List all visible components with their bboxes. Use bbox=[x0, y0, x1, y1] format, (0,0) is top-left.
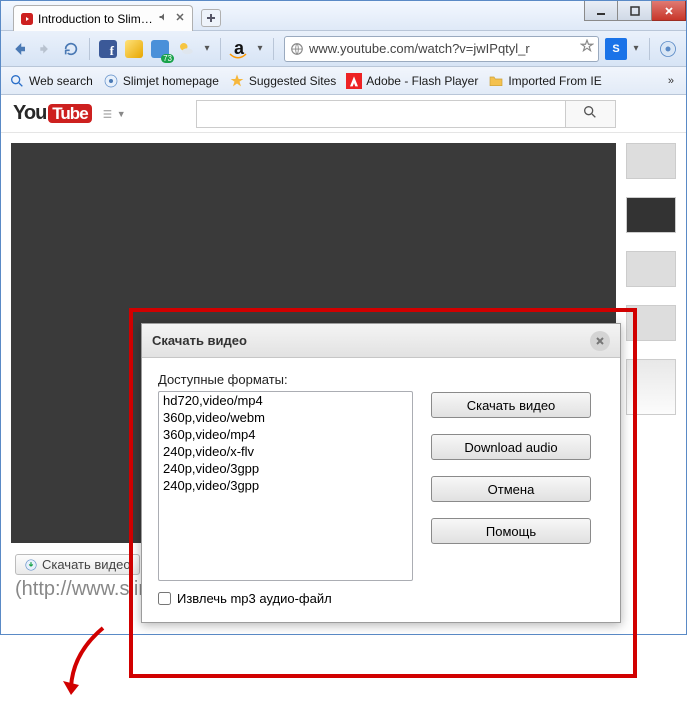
search-engine-letter: S bbox=[612, 43, 619, 55]
bookmark-web-search[interactable]: Web search bbox=[9, 73, 93, 89]
bookmark-label: Suggested Sites bbox=[249, 74, 336, 88]
url-input[interactable] bbox=[305, 41, 580, 56]
window-titlebar: Introduction to Slimjet … bbox=[1, 1, 686, 31]
related-thumbnail[interactable] bbox=[626, 197, 676, 233]
format-option[interactable]: 360p,video/webm bbox=[159, 409, 412, 426]
tab-close-icon[interactable] bbox=[174, 11, 186, 26]
toolbar-separator bbox=[273, 38, 274, 60]
weather-icon[interactable] bbox=[174, 37, 198, 61]
youtube-logo-tube: Tube bbox=[48, 104, 91, 123]
format-option[interactable]: hd720,video/mp4 bbox=[159, 392, 412, 409]
search-engine-badge[interactable]: S bbox=[605, 38, 627, 60]
tab-title: Introduction to Slimjet … bbox=[38, 12, 154, 26]
back-button[interactable] bbox=[7, 37, 31, 61]
autofill-icon[interactable] bbox=[122, 37, 146, 61]
format-option[interactable]: 240p,video/3gpp bbox=[159, 460, 412, 477]
bookmark-label: Slimjet homepage bbox=[123, 74, 219, 88]
browser-tab[interactable]: Introduction to Slimjet … bbox=[13, 5, 193, 31]
navigation-toolbar: 73 ▾ a ▾ S ▾ bbox=[1, 31, 686, 67]
extract-mp3-label: Извлечь mp3 аудио-файл bbox=[177, 591, 332, 606]
reload-button[interactable] bbox=[59, 37, 83, 61]
translate-icon[interactable]: 73 bbox=[148, 37, 172, 61]
maximize-button[interactable] bbox=[618, 1, 652, 21]
toolbar-separator bbox=[220, 38, 221, 60]
facebook-share-icon[interactable] bbox=[96, 37, 120, 61]
extract-mp3-input[interactable] bbox=[158, 592, 171, 605]
window-close-button[interactable] bbox=[652, 1, 686, 21]
bookmark-star-icon[interactable] bbox=[580, 39, 594, 58]
bookmark-imported[interactable]: Imported From IE bbox=[488, 73, 601, 89]
related-thumbnail[interactable] bbox=[626, 359, 676, 415]
search-engine-dropdown-icon[interactable]: ▾ bbox=[629, 43, 643, 54]
adobe-icon bbox=[346, 73, 362, 89]
amazon-icon[interactable]: a bbox=[227, 37, 251, 61]
new-tab-button[interactable] bbox=[201, 9, 221, 27]
related-videos-column bbox=[626, 143, 676, 415]
minimize-button[interactable] bbox=[584, 1, 618, 21]
dialog-body: Доступные форматы: hd720,video/mp4 360p,… bbox=[142, 358, 620, 622]
related-thumbnail[interactable] bbox=[626, 305, 676, 341]
download-dialog: Скачать видео Доступные форматы: hd720,v… bbox=[141, 323, 621, 623]
forward-button[interactable] bbox=[33, 37, 57, 61]
download-video-button[interactable]: Скачать видео bbox=[431, 392, 591, 418]
slimjet-icon bbox=[103, 73, 119, 89]
youtube-search-button[interactable] bbox=[566, 100, 616, 128]
address-bar[interactable] bbox=[284, 36, 599, 62]
bookmark-label: Imported From IE bbox=[508, 74, 601, 88]
download-icon bbox=[24, 558, 38, 572]
extensions-icon[interactable] bbox=[656, 37, 680, 61]
tab-audio-icon[interactable] bbox=[158, 11, 170, 26]
amazon-dropdown-icon[interactable]: ▾ bbox=[253, 43, 267, 54]
toolbar-separator bbox=[649, 38, 650, 60]
download-button-label: Скачать видео bbox=[42, 557, 131, 572]
dialog-title: Скачать видео bbox=[152, 333, 247, 348]
bookmark-slimjet[interactable]: Slimjet homepage bbox=[103, 73, 219, 89]
bookmark-label: Adobe - Flash Player bbox=[366, 74, 478, 88]
dialog-close-button[interactable] bbox=[590, 331, 610, 351]
format-option[interactable]: 240p,video/x-flv bbox=[159, 443, 412, 460]
star-icon bbox=[229, 73, 245, 89]
youtube-logo[interactable]: YouTube bbox=[13, 102, 92, 125]
download-audio-button[interactable]: Download audio bbox=[431, 434, 591, 460]
related-thumbnail[interactable] bbox=[626, 143, 676, 179]
bookmarks-bar: Web search Slimjet homepage Suggested Si… bbox=[1, 67, 686, 95]
bookmarks-overflow-icon[interactable]: » bbox=[664, 75, 678, 87]
format-option[interactable]: 240p,video/3gpp bbox=[159, 477, 412, 494]
formats-listbox[interactable]: hd720,video/mp4 360p,video/webm 360p,vid… bbox=[158, 391, 413, 581]
close-icon bbox=[595, 336, 605, 346]
search-icon bbox=[9, 73, 25, 89]
extract-mp3-checkbox[interactable]: Извлечь mp3 аудио-файл bbox=[158, 591, 413, 606]
youtube-header: YouTube ▼ bbox=[1, 95, 686, 133]
toolbar-overflow-icon[interactable]: ▾ bbox=[200, 43, 214, 54]
folder-icon bbox=[488, 73, 504, 89]
bookmark-label: Web search bbox=[29, 74, 93, 88]
cancel-button[interactable]: Отмена bbox=[431, 476, 591, 502]
site-identity-icon[interactable] bbox=[289, 41, 305, 57]
formats-label: Доступные форматы: bbox=[158, 372, 413, 387]
youtube-logo-you: You bbox=[13, 102, 46, 124]
format-option[interactable]: 360p,video/mp4 bbox=[159, 426, 412, 443]
related-thumbnail[interactable] bbox=[626, 251, 676, 287]
youtube-search-input[interactable] bbox=[196, 100, 566, 128]
help-button[interactable]: Помощь bbox=[431, 518, 591, 544]
annotation-arrow-icon bbox=[53, 623, 113, 703]
bookmark-adobe[interactable]: Adobe - Flash Player bbox=[346, 73, 478, 89]
window-controls bbox=[584, 1, 686, 21]
toolbar-separator bbox=[89, 38, 90, 60]
dialog-titlebar[interactable]: Скачать видео bbox=[142, 324, 620, 358]
youtube-favicon-icon bbox=[20, 12, 34, 26]
guide-menu-icon[interactable]: ▼ bbox=[102, 102, 126, 126]
search-icon bbox=[582, 104, 598, 120]
page-content: Скачать видео Introduction to Slimjet we… bbox=[1, 133, 686, 605]
bookmark-suggested[interactable]: Suggested Sites bbox=[229, 73, 336, 89]
download-video-button[interactable]: Скачать видео bbox=[15, 554, 140, 575]
youtube-search bbox=[196, 100, 616, 128]
